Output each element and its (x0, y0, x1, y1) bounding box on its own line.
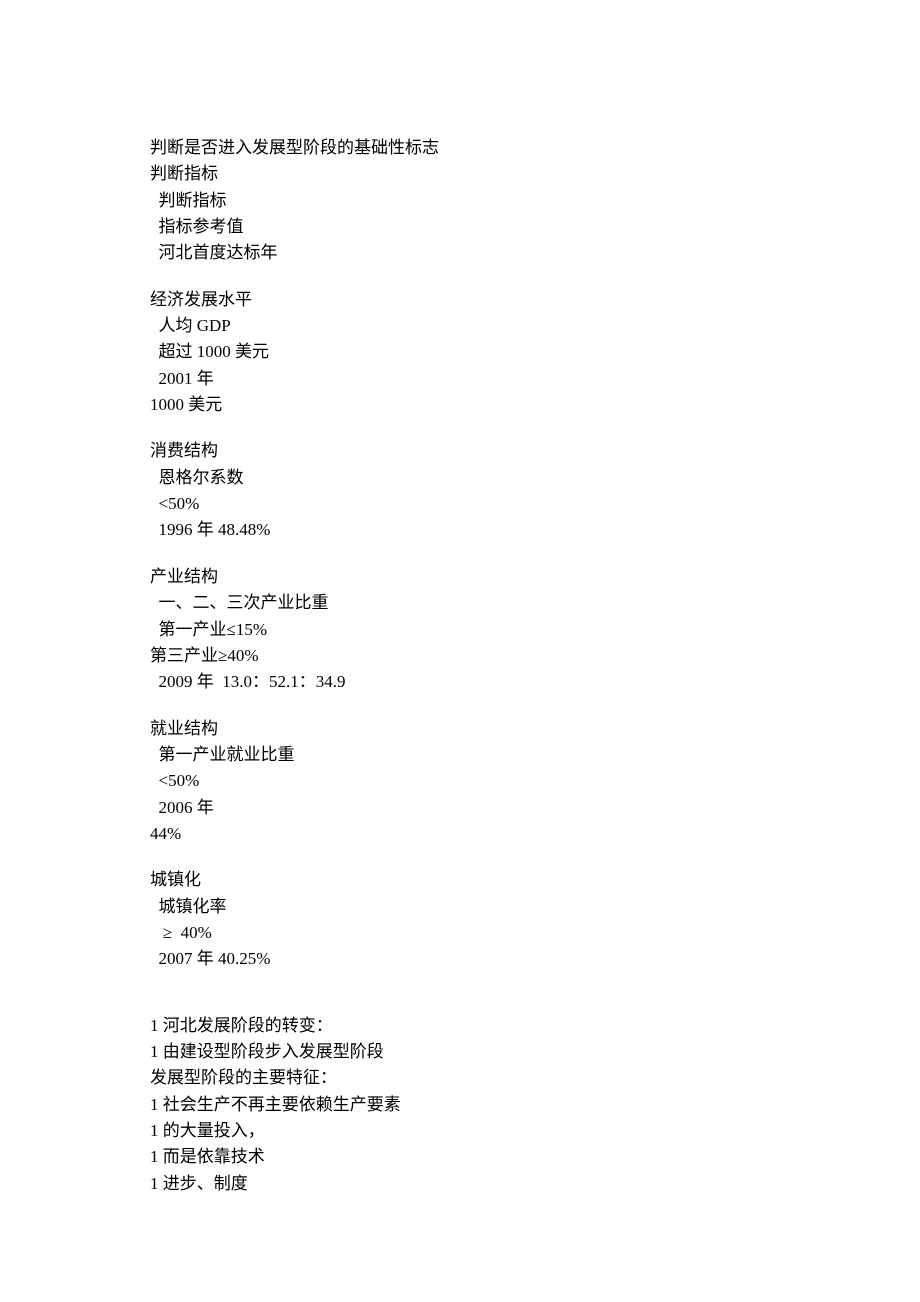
section-economy: 经济发展水平 人均 GDP 超过 1000 美元 2001 年 1000 美元 (150, 287, 770, 419)
note-line: 1 社会生产不再主要依赖生产要素 (150, 1092, 770, 1118)
extra-value: 44% (150, 821, 770, 847)
header-label-2: 判断指标 (150, 188, 770, 214)
indicator-label: 一、二、三次产业比重 (150, 590, 770, 616)
document-header: 判断是否进入发展型阶段的基础性标志 判断指标 判断指标 指标参考值 河北首度达标… (150, 135, 770, 267)
year-value: 2009 年 13.0：52.1：34.9 (150, 669, 770, 695)
notes-section: 1 河北发展阶段的转变： 1 由建设型阶段步入发展型阶段 发展型阶段的主要特征：… (150, 1013, 770, 1197)
section-urbanization: 城镇化 城镇化率 ≥ 40% 2007 年 40.25% (150, 867, 770, 972)
section-industry: 产业结构 一、二、三次产业比重 第一产业≤15% 第三产业≥40% 2009 年… (150, 564, 770, 696)
note-line: 1 的大量投入， (150, 1118, 770, 1144)
category-label: 消费结构 (150, 438, 770, 464)
reference-value: <50% (150, 768, 770, 794)
category-label: 经济发展水平 (150, 287, 770, 313)
note-line: 1 而是依靠技术 (150, 1144, 770, 1170)
category-label: 城镇化 (150, 867, 770, 893)
section-employment: 就业结构 第一产业就业比重 <50% 2006 年 44% (150, 716, 770, 848)
reference-value: <50% (150, 491, 770, 517)
year-value: 1996 年 48.48% (150, 517, 770, 543)
year-value: 2007 年 40.25% (150, 946, 770, 972)
indicator-label: 城镇化率 (150, 894, 770, 920)
section-consumption: 消费结构 恩格尔系数 <50% 1996 年 48.48% (150, 438, 770, 543)
year-value: 2006 年 (150, 795, 770, 821)
reference-value: 超过 1000 美元 (150, 339, 770, 365)
note-line: 1 进步、制度 (150, 1171, 770, 1197)
note-line: 1 河北发展阶段的转变： (150, 1013, 770, 1039)
document-title: 判断是否进入发展型阶段的基础性标志 (150, 135, 770, 161)
year-value: 2001 年 (150, 366, 770, 392)
extra-value: 1000 美元 (150, 392, 770, 418)
reference-value: 第一产业≤15% (150, 617, 770, 643)
note-line: 发展型阶段的主要特征： (150, 1065, 770, 1091)
indicator-label: 恩格尔系数 (150, 465, 770, 491)
header-label-4: 河北首度达标年 (150, 240, 770, 266)
reference-value-2: 第三产业≥40% (150, 643, 770, 669)
indicator-label: 第一产业就业比重 (150, 742, 770, 768)
reference-value: ≥ 40% (150, 920, 770, 946)
category-label: 产业结构 (150, 564, 770, 590)
header-label-1: 判断指标 (150, 161, 770, 187)
category-label: 就业结构 (150, 716, 770, 742)
header-label-3: 指标参考值 (150, 214, 770, 240)
indicator-label: 人均 GDP (150, 313, 770, 339)
spacer (150, 993, 770, 1013)
note-line: 1 由建设型阶段步入发展型阶段 (150, 1039, 770, 1065)
